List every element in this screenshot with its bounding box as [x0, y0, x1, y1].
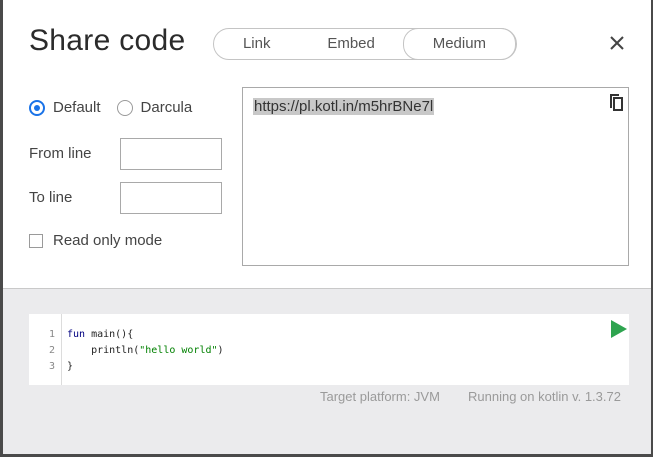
- code-line: println("hello world"): [67, 343, 224, 359]
- code-keyword: fun: [67, 329, 86, 340]
- line-number: 3: [48, 361, 55, 372]
- theme-default-radio[interactable]: [29, 99, 45, 116]
- run-icon[interactable]: [610, 319, 628, 339]
- share-url[interactable]: https://pl.kotl.in/m5hrBNe7l: [253, 98, 435, 115]
- line-number: 1: [48, 329, 55, 340]
- from-line-input[interactable]: [120, 138, 222, 170]
- theme-default-label[interactable]: Default: [53, 99, 101, 116]
- from-line-label: From line: [29, 145, 92, 162]
- code-lines[interactable]: fun main(){ println("hello world")}: [67, 327, 224, 375]
- read-only-option: Read only mode: [29, 232, 162, 249]
- share-url-box[interactable]: https://pl.kotl.in/m5hrBNe7l: [242, 87, 629, 266]
- read-only-checkbox[interactable]: [29, 233, 43, 248]
- tab-link[interactable]: Link: [214, 29, 299, 59]
- code-text: }: [67, 361, 74, 372]
- kotlin-version: Running on kotlin v. 1.3.72: [468, 389, 621, 404]
- theme-selector: Default Darcula: [29, 99, 208, 116]
- line-numbers: 1 2 3: [29, 314, 62, 385]
- target-platform: Target platform: JVM: [320, 389, 440, 404]
- read-only-label[interactable]: Read only mode: [53, 232, 162, 249]
- code-text: println(: [67, 345, 140, 356]
- to-line-label: To line: [29, 189, 73, 206]
- share-dialog: Share code Link Embed Medium Default Dar…: [0, 0, 653, 457]
- tab-medium[interactable]: Medium: [402, 28, 517, 60]
- share-tabs: Link Embed Medium: [213, 28, 517, 60]
- code-text: ): [217, 345, 224, 356]
- code-string: "hello world": [139, 345, 218, 356]
- theme-darcula-label[interactable]: Darcula: [141, 99, 193, 116]
- copy-icon[interactable]: [607, 92, 625, 112]
- tab-embed[interactable]: Embed: [299, 29, 402, 59]
- code-line: fun main(){: [67, 327, 224, 343]
- code-line: }: [67, 359, 224, 375]
- to-line-input[interactable]: [120, 182, 222, 214]
- code-text: main(){: [85, 329, 134, 340]
- share-panel: Share code Link Embed Medium Default Dar…: [3, 0, 651, 289]
- close-icon[interactable]: [606, 32, 628, 54]
- line-number: 2: [48, 345, 55, 356]
- code-editor[interactable]: 1 2 3 fun main(){ println("hello world")…: [29, 314, 629, 385]
- theme-darcula-radio[interactable]: [116, 99, 133, 116]
- dialog-title: Share code: [29, 24, 186, 57]
